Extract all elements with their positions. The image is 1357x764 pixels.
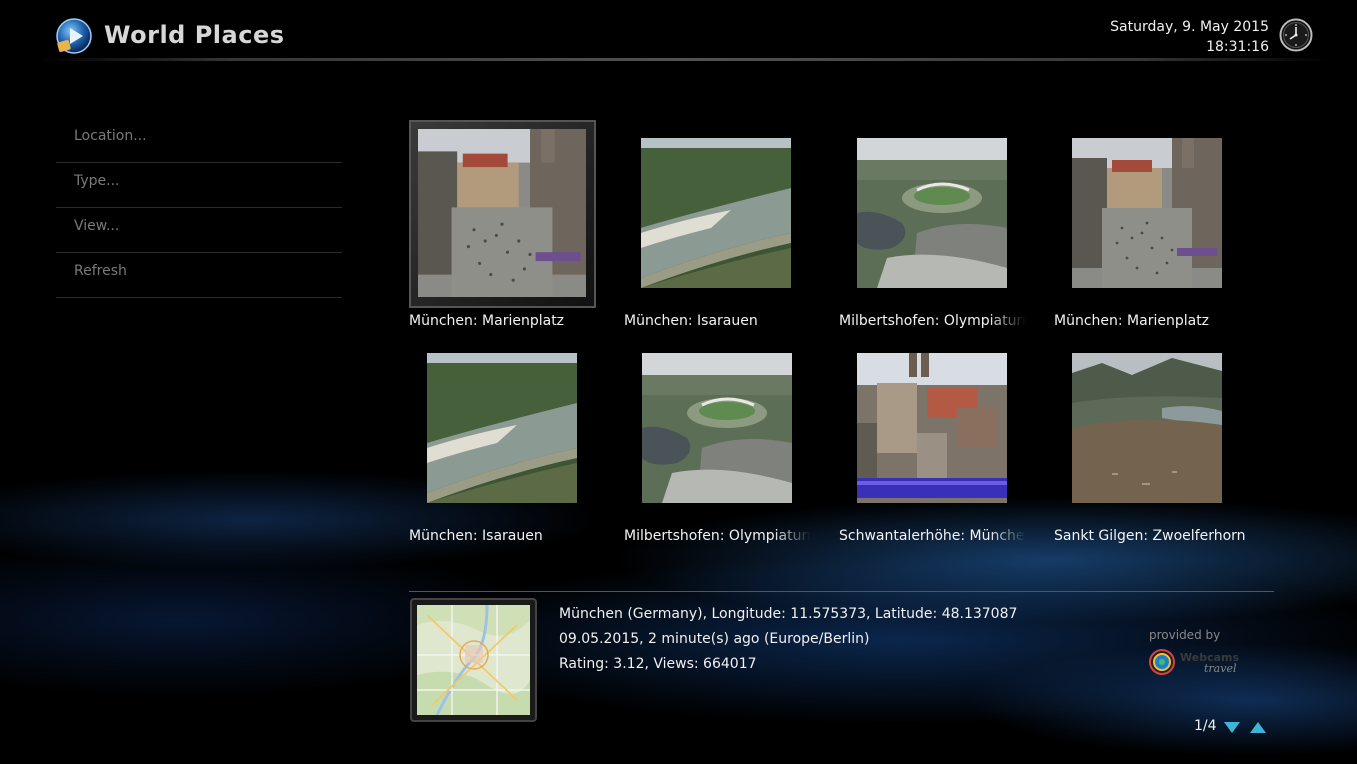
place-caption: München: Isarauen <box>409 528 543 544</box>
current-time: 18:31:16 <box>1206 39 1269 55</box>
current-date: Saturday, 9. May 2015 <box>1110 19 1269 35</box>
menu-item-location[interactable]: Location... <box>56 118 342 163</box>
details-rating: Rating: 3.12, Views: 664017 <box>559 656 757 672</box>
header: World Places Saturday, 9. May 2015 18:31… <box>0 0 1357 64</box>
place-caption: Sankt Gilgen: Zwoelferhorn <box>1054 528 1246 544</box>
place-caption: Milbertshofen: Olympiaturm <box>839 313 1026 329</box>
svg-text:travel: travel <box>1204 662 1237 675</box>
webcam-thumbnail <box>641 138 791 288</box>
webcam-thumbnail <box>857 353 1007 503</box>
clock-icon <box>1279 18 1313 52</box>
arrow-up-icon[interactable] <box>1249 721 1267 734</box>
app-title: World Places <box>104 21 285 49</box>
datetime: Saturday, 9. May 2015 18:31:16 <box>1110 17 1269 57</box>
webcam-thumbnail <box>1072 138 1222 288</box>
location-map-thumbnail[interactable] <box>410 598 537 722</box>
details-location: München (Germany), Longitude: 11.575373,… <box>559 606 1018 622</box>
arrow-down-icon[interactable] <box>1223 721 1241 734</box>
menu-item-view[interactable]: View... <box>56 208 342 253</box>
place-caption: München: Isarauen <box>624 313 758 329</box>
menu-item-refresh[interactable]: Refresh <box>56 253 342 298</box>
media-center-logo-icon <box>56 18 92 54</box>
webcams-travel-logo: Webcams travel <box>1149 649 1239 675</box>
place-caption: München: Marienplatz <box>1054 313 1210 329</box>
webcam-thumbnail <box>642 353 792 503</box>
header-divider <box>40 58 1330 61</box>
place-caption: Milbertshofen: Olympiaturm <box>624 528 811 544</box>
provided-by-label: provided by <box>1149 628 1221 642</box>
info-divider <box>409 591 1274 592</box>
place-details: München (Germany), Longitude: 11.575373,… <box>559 602 1017 677</box>
webcam-thumbnail <box>418 129 586 297</box>
details-time: 09.05.2015, 2 minute(s) ago (Europe/Berl… <box>559 631 870 647</box>
map-icon <box>417 605 530 715</box>
place-caption: München: Marienplatz <box>409 313 565 329</box>
side-menu: Location... Type... View... Refresh <box>56 118 342 298</box>
place-caption: Schwantalerhöhe: München <box>839 528 1026 544</box>
menu-item-type[interactable]: Type... <box>56 163 342 208</box>
page-indicator: 1/4 <box>1194 718 1217 734</box>
webcam-thumbnail <box>1072 353 1222 503</box>
webcam-thumbnail <box>427 353 577 503</box>
webcam-thumbnail <box>857 138 1007 288</box>
